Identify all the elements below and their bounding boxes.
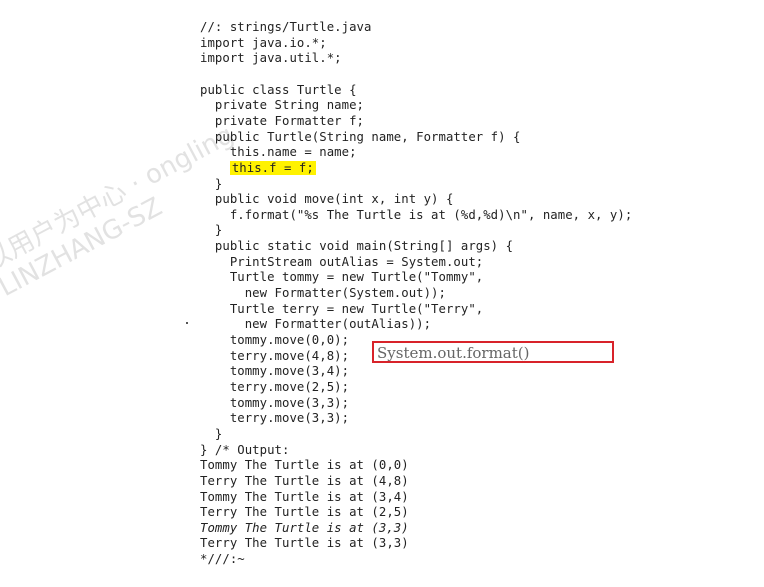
code-line: tommy.move(3,4);: [200, 364, 350, 379]
code-line: this.name = name;: [200, 145, 357, 160]
code-line: public class Turtle {: [200, 82, 357, 97]
code-line: Tommy The Turtle is at (3,4): [200, 489, 409, 504]
code-line: *///:~: [200, 552, 245, 567]
code-line: tommy.move(0,0);: [200, 333, 350, 347]
code-line: terry.move(3,3);: [200, 411, 350, 426]
code-line: PrintStream outAlias = System.out;: [200, 254, 484, 269]
code-line: f.format("%s The Turtle is at (%d,%d)\n"…: [200, 207, 633, 222]
code-line: tommy.move(3,3);: [200, 395, 350, 410]
code-line: this.f = f;: [200, 160, 316, 176]
annotation-text: System.out.format(): [377, 344, 530, 362]
code-line: private Formatter f;: [200, 113, 364, 128]
code-line: terry.move(2,5);: [200, 379, 350, 394]
code-line: //: strings/Turtle.java: [200, 20, 372, 34]
code-line: Terry The Turtle is at (3,3): [200, 536, 409, 551]
code-line: }: [200, 426, 223, 441]
code-line: }: [200, 223, 223, 238]
code-line: public Turtle(String name, Formatter f) …: [200, 129, 521, 144]
annotation-box: System.out.format(): [372, 341, 614, 363]
code-line: Tommy The Turtle is at (3,3): [200, 520, 409, 535]
code-line: public void move(int x, int y) {: [200, 192, 454, 207]
code-line: import java.util.*;: [200, 51, 342, 66]
code-line: Terry The Turtle is at (4,8): [200, 473, 409, 488]
code-line: Turtle terry = new Turtle("Terry",: [200, 301, 484, 316]
code-line: Tommy The Turtle is at (0,0): [200, 458, 409, 473]
scan-speck: [186, 322, 188, 324]
code-line: } /* Output:: [200, 442, 290, 457]
code-line: new Formatter(System.out));: [200, 286, 446, 301]
code-line: new Formatter(outAlias));: [200, 317, 432, 332]
code-line: private String name;: [200, 98, 364, 113]
code-line: Turtle tommy = new Turtle("Tommy",: [200, 270, 484, 285]
highlighted-code: this.f = f;: [229, 160, 316, 175]
code-line: import java.io.*;: [200, 35, 327, 50]
code-line: terry.move(4,8);: [200, 348, 350, 363]
code-line: Terry The Turtle is at (2,5): [200, 505, 409, 520]
code-line: }: [200, 176, 223, 191]
code-line: public static void main(String[] args) {: [200, 239, 514, 254]
